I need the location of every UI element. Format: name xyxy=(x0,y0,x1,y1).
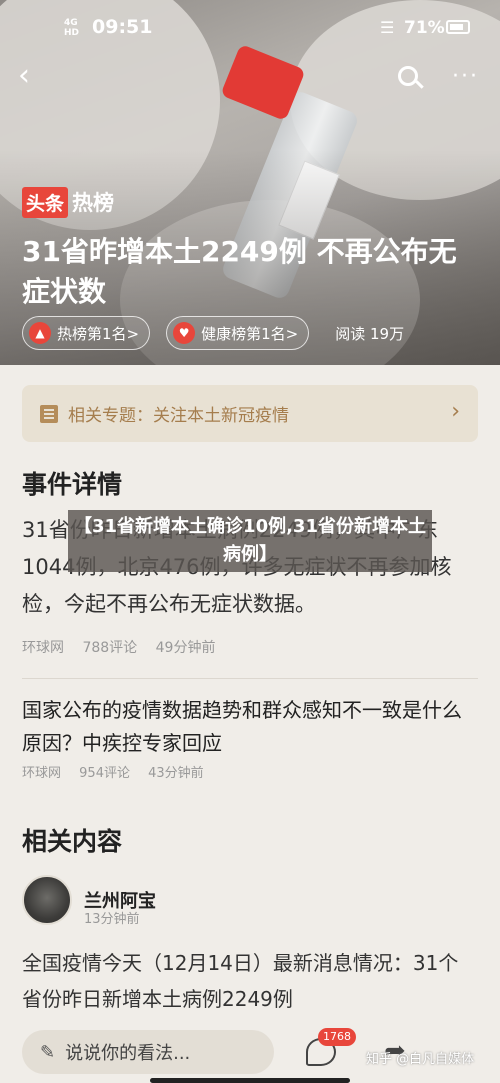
comment-input[interactable]: ✎ 说说你的看法... xyxy=(22,1030,274,1074)
event-comments: 788评论 xyxy=(82,640,138,656)
battery-percent: 71% xyxy=(404,18,445,38)
related-heading: 相关内容 xyxy=(22,827,123,856)
fire-icon: ▲ xyxy=(29,322,51,344)
author-time: 13分钟前 xyxy=(84,912,140,927)
topic-icon xyxy=(40,404,58,423)
hot-list-brand: 头条 热榜 xyxy=(22,186,115,218)
article-source: 环球网 xyxy=(22,766,62,781)
home-indicator[interactable] xyxy=(150,1078,350,1083)
back-icon[interactable]: ‹ xyxy=(18,61,44,92)
hot-rank-chip[interactable]: ▲ 热榜第1名> xyxy=(22,316,151,350)
event-source: 环球网 xyxy=(22,640,64,656)
heart-icon: ♥ xyxy=(173,322,196,344)
rank-chips: ▲ 热榜第1名> ♥ 健康榜第1名> 阅读 19万 xyxy=(22,315,404,351)
status-bar: 4G HD 09:51 ☰ 71% xyxy=(0,0,500,56)
health-rank-label: 健康榜第1名> xyxy=(201,324,299,343)
network-indicator: 4G HD xyxy=(64,18,80,38)
comment-placeholder: 说说你的看法... xyxy=(65,1043,191,1064)
comment-count-badge: 1768 xyxy=(318,1028,356,1046)
event-meta: 环球网 788评论 49分钟前 xyxy=(22,637,229,657)
article-meta: 环球网 954评论 43分钟前 xyxy=(22,762,218,781)
overlay-caption: 【31省新增本土确诊10例,31省份新增本土病例】 xyxy=(68,510,432,572)
article-comments: 954评论 xyxy=(79,766,130,781)
related-topic-label: 相关专题：关注本土新冠疫情 xyxy=(68,406,289,426)
brand-hot: 热榜 xyxy=(72,191,115,215)
bottom-bar: ✎ 说说你的看法... 1768 ➦ 知乎 @白凡自媒体 xyxy=(0,1020,500,1083)
hot-rank-label: 热榜第1名> xyxy=(57,324,140,343)
pen-icon: ✎ xyxy=(40,1041,56,1063)
search-icon[interactable] xyxy=(396,64,424,92)
status-time: 09:51 xyxy=(92,16,153,38)
article-time: 43分钟前 xyxy=(148,766,204,781)
divider xyxy=(22,678,478,679)
watermark: 知乎 @白凡自媒体 xyxy=(366,1052,475,1067)
health-rank-chip[interactable]: ♥ 健康榜第1名> xyxy=(166,316,310,350)
event-details-heading: 事件详情 xyxy=(22,470,123,499)
related-topic-bar[interactable]: 相关专题：关注本土新冠疫情 › xyxy=(22,385,478,442)
hero-title: 31省昨增本土2249例 不再公布无症状数 xyxy=(22,235,457,308)
event-time: 49分钟前 xyxy=(155,640,216,656)
wifi-icon: ☰ xyxy=(380,18,395,37)
related-post[interactable]: 全国疫情今天（12月14日）最新消息情况：31个省份昨日新增本土病例2249例 xyxy=(22,945,478,1017)
avatar[interactable] xyxy=(22,875,72,925)
brand-toutiao: 头条 xyxy=(22,186,69,218)
battery-icon xyxy=(446,20,470,34)
read-count: 阅读 19万 xyxy=(335,324,405,343)
article-title[interactable]: 国家公布的疫情数据趋势和群众感知不一致是什么原因？中疾控专家回应 xyxy=(22,694,478,760)
more-icon[interactable]: ··· xyxy=(452,64,479,89)
chevron-right-icon: › xyxy=(451,399,460,424)
author-row[interactable]: 兰州阿宝 13分钟前 xyxy=(22,872,156,928)
